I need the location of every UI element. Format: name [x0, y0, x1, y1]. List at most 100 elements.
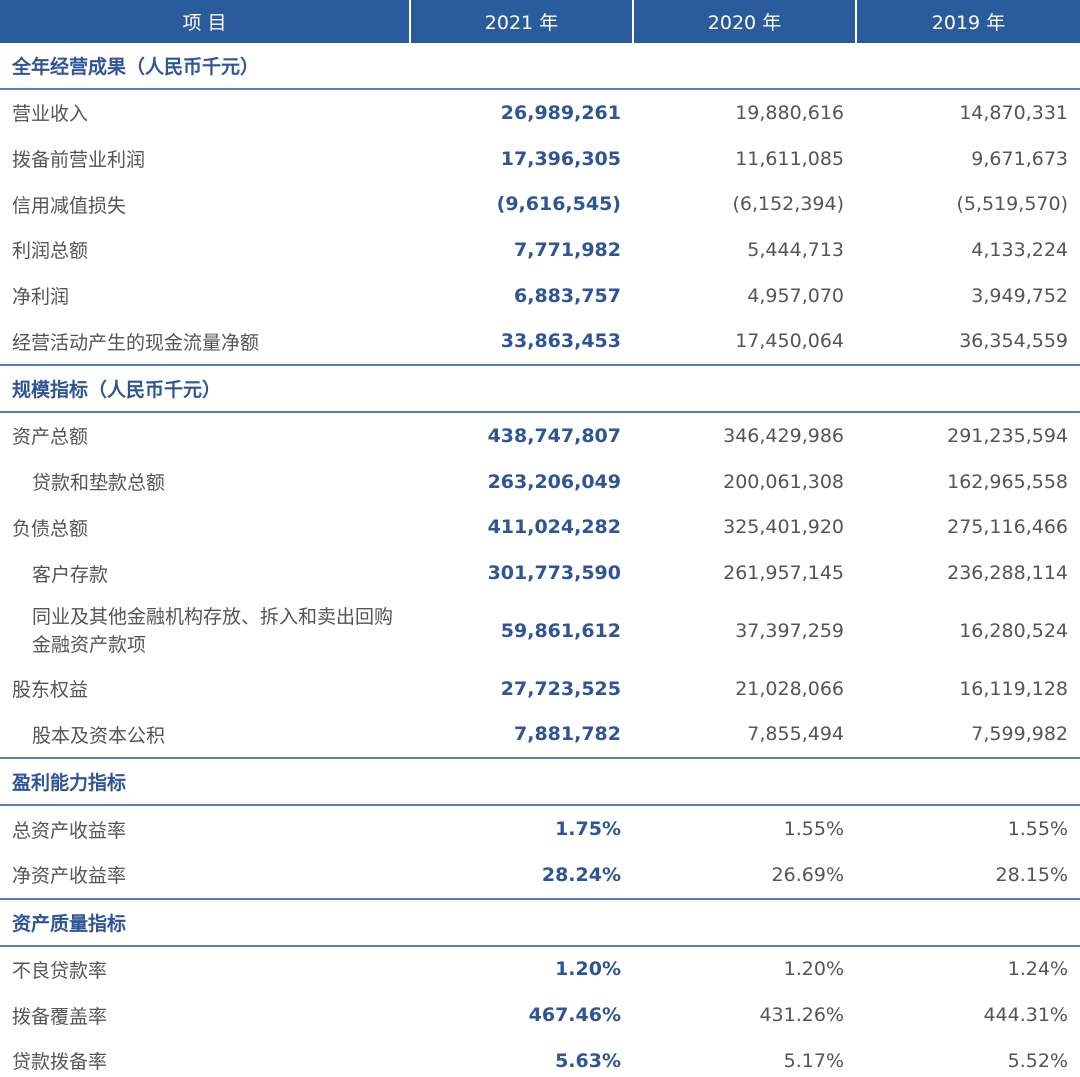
value-2019: 3,949,752: [971, 284, 1068, 307]
value-2019: 28.15%: [995, 863, 1068, 886]
table-row: 贷款拨备率 5.63% 5.17% 5.52%: [0, 1038, 1080, 1077]
value-2020: 431.26%: [759, 1004, 844, 1027]
value-2019: 291,235,594: [947, 424, 1068, 447]
value-2021: 1.75%: [555, 818, 621, 841]
value-2019: 36,354,559: [959, 330, 1068, 353]
value-2020: 26.69%: [771, 863, 844, 886]
value-2020: 261,957,145: [723, 562, 844, 585]
value-2020: 346,429,986: [723, 424, 844, 447]
table-row: 股东权益 27,723,525 21,028,066 16,119,128: [0, 666, 1080, 712]
row-label: 净资产收益率: [12, 865, 127, 888]
value-2020: 1.20%: [783, 958, 844, 981]
value-2020: 325,401,920: [723, 516, 844, 539]
value-2019: 16,280,524: [959, 619, 1068, 642]
header-2019: 2019 年: [855, 0, 1080, 43]
value-2019: 4,133,224: [971, 238, 1068, 261]
value-2019: (5,519,570): [956, 193, 1068, 216]
value-2019: 236,288,114: [947, 562, 1068, 585]
financial-table: 项 目 2021 年 2020 年 2019 年 全年经营成果（人民币千元） 营业…: [0, 0, 1080, 1077]
table-row: 营业收入 26,989,261 19,880,616 14,870,331: [0, 89, 1080, 136]
value-2020: 5,444,713: [747, 238, 844, 261]
value-2021: 1.20%: [555, 958, 621, 981]
value-2021: 301,773,590: [487, 562, 621, 585]
row-label: 营业收入: [12, 103, 89, 126]
value-2020: 19,880,616: [735, 101, 844, 124]
row-label: 经营活动产生的现金流量净额: [12, 331, 260, 354]
value-2021: 17,396,305: [500, 147, 621, 170]
value-2021: 7,771,982: [514, 238, 621, 261]
header-2021: 2021 年: [409, 0, 633, 43]
row-label: 信用减值损失: [12, 194, 127, 217]
row-label: 贷款和垫款总额: [32, 472, 166, 495]
value-2021: 7,881,782: [514, 723, 621, 746]
row-label: 负债总额: [12, 517, 89, 540]
section-title: 全年经营成果（人民币千元）: [0, 43, 1080, 90]
value-2021: 33,863,453: [500, 330, 621, 353]
value-2019: 16,119,128: [959, 677, 1068, 700]
value-2021: 28.24%: [541, 863, 621, 886]
value-2021: 26,989,261: [500, 101, 621, 124]
value-2020: 7,855,494: [747, 723, 844, 746]
value-2021: 263,206,049: [487, 470, 621, 493]
value-2019: 9,671,673: [971, 147, 1068, 170]
value-2021: 59,861,612: [500, 619, 621, 642]
value-2021: 467.46%: [528, 1004, 621, 1027]
value-2020: 5.17%: [633, 1038, 856, 1077]
table-row: 利润总额 7,771,982 5,444,713 4,133,224: [0, 227, 1080, 273]
value-2019: 1.24%: [1007, 958, 1068, 981]
table-row: 净资产收益率 28.24% 26.69% 28.15%: [0, 852, 1080, 899]
value-2019: 1.55%: [1007, 818, 1068, 841]
value-2020: (6,152,394): [732, 193, 844, 216]
row-label: 净利润: [12, 286, 70, 309]
value-2021: 6,883,757: [514, 284, 621, 307]
financial-summary: 项 目 2021 年 2020 年 2019 年 全年经营成果（人民币千元） 营业…: [0, 0, 1080, 1077]
value-2020: 11,611,085: [735, 147, 844, 170]
table-row: 净利润 6,883,757 4,957,070 3,949,752: [0, 273, 1080, 319]
table-row: 股本及资本公积 7,881,782 7,855,494 7,599,982: [0, 712, 1080, 759]
value-2019: 7,599,982: [971, 723, 1068, 746]
value-2019: 275,116,466: [947, 516, 1068, 539]
row-label: 客户存款: [32, 563, 109, 586]
table-row: 不良贷款率 1.20% 1.20% 1.24%: [0, 946, 1080, 993]
row-label: 同业及其他金融机构存放、拆入和卖出回购金融资产款项: [32, 605, 394, 656]
value-2020: 4,957,070: [747, 284, 844, 307]
row-label: 不良贷款率: [12, 959, 108, 982]
row-label: 股东权益: [12, 679, 89, 702]
value-2020: 21,028,066: [735, 677, 844, 700]
table-row: 资产总额 438,747,807 346,429,986 291,235,594: [0, 412, 1080, 459]
value-2020: 1.55%: [783, 818, 844, 841]
section-title: 资产质量指标: [0, 897, 1080, 947]
table-row: 拨备前营业利润 17,396,305 11,611,085 9,671,673: [0, 136, 1080, 182]
row-label: 股本及资本公积: [32, 724, 166, 747]
value-2019: 444.31%: [983, 1004, 1068, 1027]
value-2019: 5.52%: [856, 1038, 1080, 1077]
row-label: 利润总额: [12, 240, 89, 263]
section-header: 盈利能力指标: [0, 757, 1080, 807]
header-2020: 2020 年: [632, 0, 856, 43]
value-2021: 411,024,282: [487, 516, 621, 539]
row-label: 拨备覆盖率: [12, 1005, 108, 1028]
value-2019: 14,870,331: [959, 101, 1068, 124]
value-2019: 162,965,558: [947, 470, 1068, 493]
table-row: 拨备覆盖率 467.46% 431.26% 444.31%: [0, 992, 1080, 1038]
header-item: 项 目: [0, 0, 410, 43]
value-2020: 200,061,308: [723, 470, 844, 493]
table-row: 负债总额 411,024,282 325,401,920 275,116,466: [0, 505, 1080, 551]
section-title: 盈利能力指标: [0, 757, 1080, 807]
table-row: 总资产收益率 1.75% 1.55% 1.55%: [0, 805, 1080, 852]
value-2021: (9,616,545): [496, 193, 621, 216]
table-row: 客户存款 301,773,590 261,957,145 236,288,114: [0, 550, 1080, 596]
table-row: 同业及其他金融机构存放、拆入和卖出回购金融资产款项 59,861,612 37,39…: [0, 596, 1080, 666]
section-header: 资产质量指标: [0, 897, 1080, 947]
value-2021: 5.63%: [410, 1038, 633, 1077]
row-label: 资产总额: [12, 426, 89, 449]
row-label: 总资产收益率: [12, 819, 127, 842]
section-header: 规模指标（人民币千元）: [0, 364, 1080, 414]
table-row: 信用减值损失 (9,616,545) (6,152,394) (5,519,570): [0, 181, 1080, 227]
row-label: 拨备前营业利润: [12, 149, 146, 172]
row-label: 贷款拨备率: [0, 1038, 410, 1077]
value-2020: 17,450,064: [735, 330, 844, 353]
section-title: 规模指标（人民币千元）: [0, 364, 1080, 414]
header-row: 项 目 2021 年 2020 年 2019 年: [0, 0, 1080, 43]
value-2021: 27,723,525: [500, 677, 621, 700]
